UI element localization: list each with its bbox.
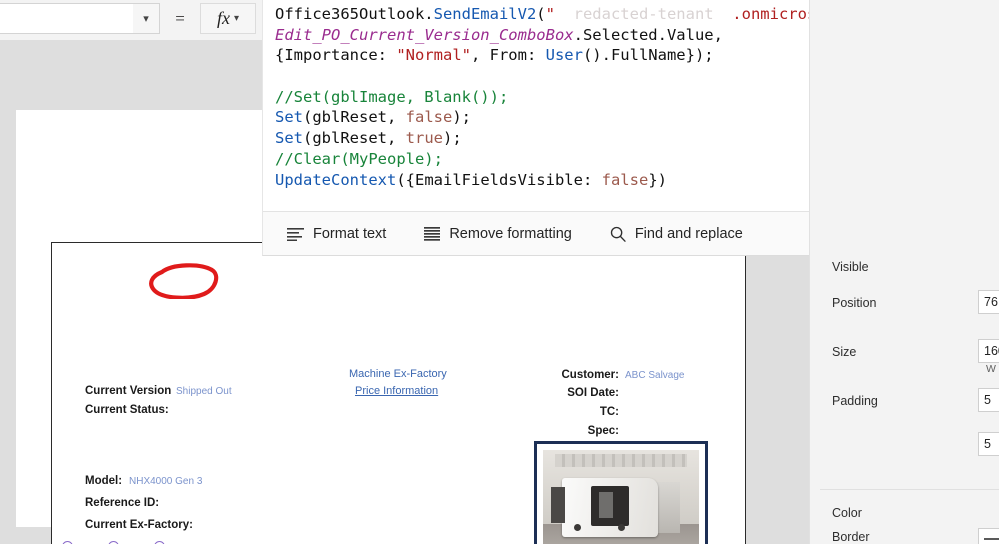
properties-sidebar: Visible Position 76 Size 160 W Padding 5… — [809, 0, 999, 544]
field-label-current-status: Current Status: — [85, 404, 169, 416]
sidebar-row-padding[interactable]: Padding 5 — [810, 380, 999, 428]
app-root: Current Version Shipped Out Current Stat… — [0, 0, 999, 544]
sidebar-label-color: Color — [832, 506, 862, 520]
field-value-current-version: Shipped Out — [176, 386, 232, 397]
link-price-information[interactable]: Price Information — [355, 385, 438, 397]
property-dropdown[interactable]: ▾ — [0, 3, 160, 34]
formula-token: SendEmailV2 — [433, 5, 537, 23]
fx-label: fx — [216, 8, 230, 28]
sidebar-divider — [820, 489, 999, 490]
find-and-replace-button[interactable]: Find and replace — [604, 222, 749, 246]
formula-token: false — [405, 108, 453, 127]
equals-sign: = — [175, 9, 185, 28]
format-text-icon — [287, 227, 304, 241]
sidebar-label-visible: Visible — [832, 260, 869, 274]
formula-token: }) — [648, 170, 667, 189]
format-text-label: Format text — [313, 225, 387, 242]
search-icon — [610, 226, 626, 242]
sidebar-sublabel-size-width: W — [986, 363, 996, 375]
chevron-down-icon[interactable]: ▾ — [133, 4, 159, 33]
formula-token: true — [405, 129, 443, 148]
formula-token: ().FullName}); — [582, 46, 714, 65]
field-value-model: NHX4000 Gen 3 — [129, 476, 203, 487]
field-label-current-ex-factory: Current Ex-Factory: — [85, 519, 193, 531]
formula-token: (gblReset, — [303, 108, 406, 127]
link-machine-ex-factory[interactable]: Machine Ex-Factory — [349, 368, 447, 380]
remove-formatting-button[interactable]: Remove formatting — [418, 222, 578, 246]
field-label-reference-id: Reference ID: — [85, 497, 160, 509]
field-label-model: Model: — [85, 475, 123, 487]
formula-bar-controls: ▾ = fx ▾ — [0, 0, 262, 40]
formula-token: ({EmailFieldsVisible: — [396, 170, 602, 189]
formula-token: User — [545, 46, 583, 65]
sidebar-input-padding-top[interactable]: 5 — [978, 388, 999, 412]
format-text-button[interactable]: Format text — [281, 222, 392, 246]
formula-token: (gblReset, — [303, 129, 406, 148]
formula-token: Set — [275, 129, 303, 148]
formula-token: , From: — [470, 46, 546, 65]
field-label-tc: TC: — [599, 406, 619, 418]
formula-token: Edit_PO_Current_Version_ComboBox — [275, 25, 574, 44]
field-label-soi-date: SOI Date: — [567, 387, 619, 399]
sidebar-row-padding-second[interactable]: 5 — [810, 424, 999, 472]
field-label-current-version: Current Version — [85, 385, 172, 397]
sidebar-row-position[interactable]: Position 76 — [810, 282, 999, 330]
formula-token: " — [545, 5, 555, 23]
formula-token: //Clear(MyPeople); — [275, 149, 443, 168]
remove-formatting-label: Remove formatting — [449, 225, 572, 242]
field-label-customer: Customer: — [561, 369, 619, 381]
sidebar-border-style-swatch[interactable] — [978, 528, 999, 544]
remove-formatting-icon — [424, 226, 441, 241]
formula-token: .Selected.Value, — [573, 25, 723, 44]
sidebar-input-position[interactable]: 76 — [978, 290, 999, 314]
formula-token: ( — [536, 5, 546, 23]
field-label-spec: Spec: — [587, 425, 619, 437]
formula-token: //Set(gblImage, Blank()); — [275, 87, 509, 106]
sidebar-row-border[interactable]: Border — [810, 526, 999, 544]
formula-token: ); — [452, 108, 471, 127]
fx-button[interactable]: fx ▾ — [200, 3, 256, 34]
field-value-customer: ABC Salvage — [625, 370, 685, 381]
sidebar-row-size[interactable]: Size 160 W — [810, 331, 999, 379]
formula-token: Office365Outlook. — [275, 5, 434, 23]
formula-token: "Normal" — [396, 46, 471, 65]
sidebar-label-size: Size — [832, 345, 857, 359]
sidebar-label-padding: Padding — [832, 394, 878, 408]
find-and-replace-label: Find and replace — [634, 225, 743, 242]
formula-token: ); — [442, 129, 462, 148]
formula-token: redacted-tenant — [554, 5, 733, 23]
formula-token: Set — [275, 108, 303, 127]
machine-photo-frame[interactable] — [534, 441, 708, 544]
formula-token: {Importance: — [275, 46, 397, 65]
sidebar-label-border: Border — [832, 530, 870, 544]
formula-token: UpdateContext — [275, 170, 397, 189]
sidebar-input-padding-bottom[interactable]: 5 — [978, 432, 999, 456]
formula-token: false — [601, 170, 649, 189]
machine-photo-image — [543, 450, 699, 544]
sidebar-label-position: Position — [832, 296, 877, 310]
sidebar-input-size-width[interactable]: 160 — [978, 339, 999, 363]
chevron-down-icon[interactable]: ▾ — [234, 13, 239, 24]
